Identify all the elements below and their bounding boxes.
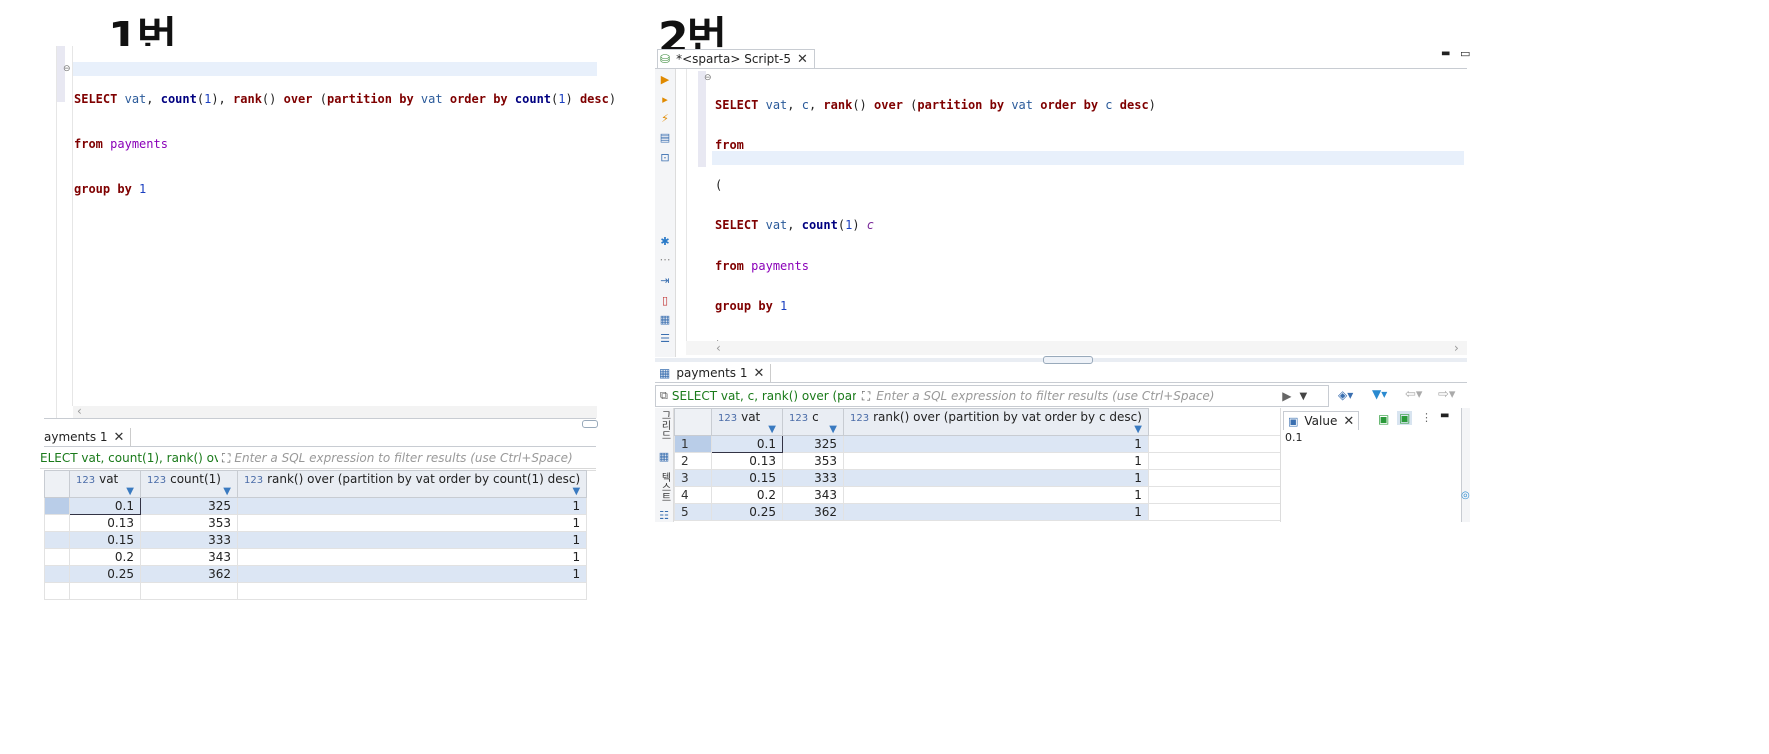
- sort-icon[interactable]: ▼: [572, 486, 580, 497]
- sort-icon[interactable]: ▼: [829, 424, 837, 435]
- forward-icon[interactable]: ⇨▾: [1438, 387, 1455, 402]
- table-row[interactable]: 5 0.25 362 1: [674, 503, 1324, 521]
- script-icon: ⛁: [660, 52, 671, 66]
- fold-icon[interactable]: ⊖: [63, 64, 71, 74]
- left-result-tab[interactable]: ayments 1 ✕: [44, 428, 132, 446]
- export-icon[interactable]: ⇥: [659, 275, 671, 287]
- execute-script-icon[interactable]: ⚡: [659, 113, 671, 125]
- code-line-1: SELECT vat, count(1), rank() over (parti…: [74, 92, 617, 106]
- right-result-tab[interactable]: ▦ payments 1 ✕: [657, 364, 772, 382]
- explain-icon[interactable]: ▤: [659, 132, 671, 144]
- code-line-3: group by 1: [74, 182, 147, 196]
- minimize-icon[interactable]: ▬: [1440, 410, 1449, 421]
- save-icon[interactable]: ▣: [1378, 412, 1389, 426]
- value-text[interactable]: 0.1: [1285, 431, 1303, 444]
- code-line-4: SELECT vat, count(1) c: [715, 218, 875, 233]
- value-panel-tab[interactable]: ▣ Value ✕: [1283, 411, 1360, 430]
- sash-handle[interactable]: [1043, 356, 1093, 364]
- execute-statement-icon[interactable]: ▸: [659, 94, 671, 106]
- code-line-3: (: [715, 178, 723, 193]
- right-result-grid[interactable]: 123 vat ▼ 123 c ▼ 123 rank() over (partition …: [674, 408, 1324, 521]
- column-header-rank[interactable]: 123 rank() over (partition by vat order b…: [236, 470, 588, 498]
- filter-input[interactable]: Enter a SQL expression to filter results…: [876, 389, 1282, 403]
- sash-handle[interactable]: [582, 420, 598, 428]
- right-editor[interactable]: ⊖ SELECT vat, c, rank() over (partition …: [676, 69, 1467, 357]
- console-icon[interactable]: ⊡: [659, 152, 671, 164]
- column-header-count[interactable]: 123 count(1) ▼: [140, 470, 238, 498]
- code-line-6: group by 1: [715, 298, 788, 313]
- column-header-rank[interactable]: 123 rank() over (partition by vat order b…: [843, 408, 1149, 436]
- sort-icon[interactable]: ▼: [126, 486, 134, 497]
- close-icon[interactable]: ✕: [114, 430, 125, 445]
- column-header-vat[interactable]: 123 vat ▼: [69, 470, 141, 498]
- editor-tab-script[interactable]: ⛁ *<sparta> Script-5 ✕: [657, 49, 815, 68]
- column-header-vat[interactable]: 123 vat ▼: [711, 408, 783, 436]
- table-row[interactable]: 0.13 353 1: [44, 514, 652, 532]
- left-filter-bar[interactable]: ELECT vat, count(1), rank() over (part ⛶…: [40, 448, 596, 469]
- file-icon[interactable]: ▯: [659, 295, 671, 307]
- scroll-right-arrow[interactable]: ›: [1454, 341, 1459, 355]
- table-row[interactable]: 0.1 325 1: [44, 497, 652, 515]
- close-icon[interactable]: ✕: [797, 52, 808, 67]
- outline-icon[interactable]: ☰: [659, 333, 671, 345]
- right-filter-bar[interactable]: ⧉ SELECT vat, c, rank() over (partition …: [655, 385, 1329, 407]
- side-tab-grid[interactable]: 그리드: [657, 410, 672, 440]
- history-dropdown-icon[interactable]: ▼: [1300, 391, 1308, 402]
- filter-input[interactable]: Enter a SQL expression to filter results…: [234, 451, 572, 465]
- fold-icon[interactable]: ⊖: [704, 73, 712, 83]
- code-line-5: from payments: [715, 258, 809, 273]
- code-line-2: from: [715, 138, 744, 153]
- value-icon: ▣: [1288, 414, 1299, 428]
- table-row[interactable]: 0.25 362 1: [44, 565, 652, 583]
- options-icon[interactable]: ⋮: [1421, 411, 1432, 424]
- table-row[interactable]: 4 0.2 343 1: [674, 486, 1324, 504]
- expand-icon[interactable]: ⛶: [862, 389, 870, 404]
- left-editor[interactable]: ⊖ SELECT vat, count(1), rank() over (par…: [56, 46, 616, 418]
- save-as-icon[interactable]: ▣: [1397, 411, 1413, 425]
- scroll-left-arrow[interactable]: ‹: [77, 404, 82, 418]
- settings-icon[interactable]: ✱: [659, 236, 671, 248]
- minimize-icon[interactable]: ▬: [1441, 48, 1450, 59]
- chart-icon[interactable]: ▦: [659, 314, 671, 326]
- execute-icon[interactable]: ▶: [659, 74, 671, 86]
- filter-sql-text: ELECT vat, count(1), rank() over (part: [40, 451, 218, 465]
- table-row[interactable]: 0.15 333 1: [44, 531, 652, 549]
- table-row[interactable]: 1 0.1 325 1: [674, 435, 1324, 453]
- back-icon[interactable]: ⇦▾: [1405, 387, 1422, 402]
- filter-icon: ⧉: [660, 389, 668, 402]
- eraser-icon[interactable]: ◈▾: [1338, 388, 1353, 402]
- table-row[interactable]: 0.2 343 1: [44, 548, 652, 566]
- grid-icon: ▦: [659, 366, 671, 380]
- close-icon[interactable]: ✕: [754, 366, 765, 381]
- column-header-c[interactable]: 123 c ▼: [782, 408, 844, 436]
- expand-icon[interactable]: ⛶: [222, 451, 230, 466]
- more-icon[interactable]: ⋯: [659, 254, 671, 266]
- sort-icon[interactable]: ▼: [768, 424, 776, 435]
- maximize-icon[interactable]: ▭: [1460, 47, 1470, 60]
- grid-view-icon[interactable]: ▦: [658, 451, 670, 463]
- sort-icon[interactable]: ▼: [223, 486, 231, 497]
- left-result-grid[interactable]: 123 vat ▼ 123 count(1) ▼ 123 rank() over (par…: [44, 470, 652, 600]
- scroll-left-arrow[interactable]: ‹: [716, 341, 721, 355]
- code-line-2: from payments: [74, 137, 168, 151]
- text-view-icon[interactable]: ☷: [658, 510, 670, 522]
- sort-icon[interactable]: ▼: [1134, 424, 1142, 435]
- filter-sql-text: SELECT vat, c, rank() over (partition by: [671, 389, 856, 403]
- close-icon[interactable]: ✕: [1343, 414, 1354, 429]
- side-tab-text[interactable]: 텍스트: [657, 472, 672, 502]
- table-row[interactable]: 2 0.13 353 1: [674, 452, 1324, 470]
- panel-toggle-icon[interactable]: ◎: [1461, 490, 1470, 501]
- funnel-icon[interactable]: ▼▾: [1372, 387, 1387, 401]
- apply-filter-icon[interactable]: ▶: [1282, 389, 1291, 403]
- code-line-1: SELECT vat, c, rank() over (partition by…: [715, 97, 1156, 112]
- table-row-empty: [44, 582, 652, 600]
- table-row[interactable]: 3 0.15 333 1: [674, 469, 1324, 487]
